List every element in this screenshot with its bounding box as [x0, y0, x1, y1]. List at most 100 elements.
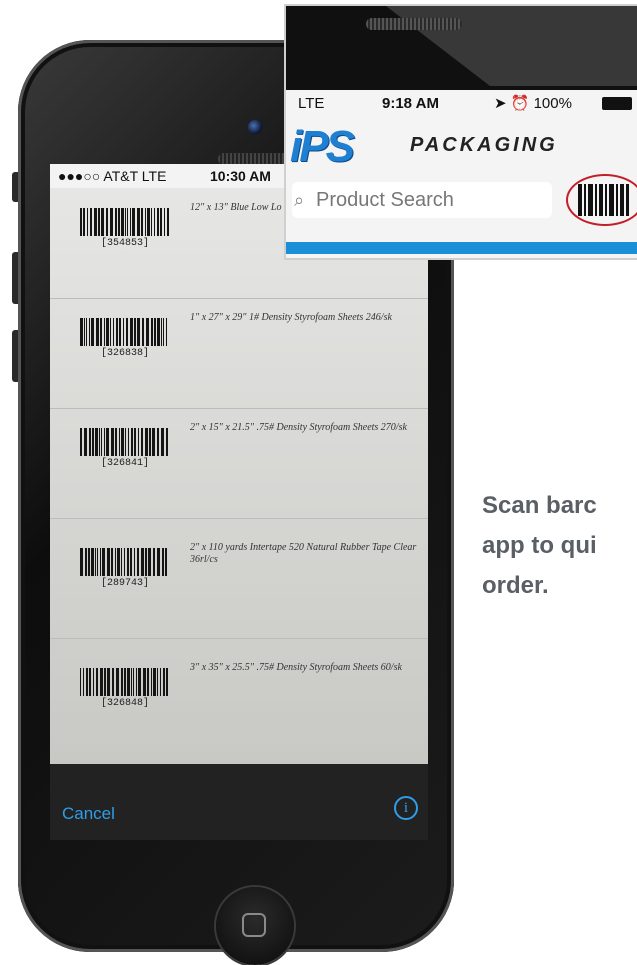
barcode-stripe [124, 668, 126, 696]
barcode-stripe [101, 428, 102, 456]
barcode-stripe [147, 668, 149, 696]
barcode-stripe [92, 428, 94, 456]
barcode-stripe [95, 428, 98, 456]
barcode-stripe [123, 318, 124, 346]
barcode-number: [289743] [100, 578, 149, 589]
barcode-stripe [151, 668, 152, 696]
barcode-stripe [115, 208, 117, 236]
barcode-stripe [94, 208, 97, 236]
product-description: 2" x 110 yards Intertape 520 Natural Rub… [190, 542, 417, 565]
header-divider [286, 242, 637, 254]
barcode-stripe [118, 208, 120, 236]
barcode-stripe [166, 318, 167, 346]
product-description: 1" x 27" x 29" 1# Density Styrofoam Shee… [190, 312, 392, 323]
barcode-stripe [80, 428, 82, 456]
barcode-stripe [153, 548, 155, 576]
barcode-stripe [162, 548, 164, 576]
barcode-stripe [96, 668, 98, 696]
barcode-stripe [166, 428, 168, 456]
search-placeholder: Product Search [316, 189, 454, 211]
barcode-stripe [151, 208, 152, 236]
barcode-stripe [145, 548, 147, 576]
barcode-stripe [99, 428, 100, 456]
barcode-stripe [83, 668, 84, 696]
barcode-stripe [165, 548, 167, 576]
barcode-stripe [157, 428, 159, 456]
barcode-stripe [126, 318, 128, 346]
barcode-stripe [136, 668, 137, 696]
barcode-stripe [133, 668, 134, 696]
barcode-stripe [152, 428, 155, 456]
product-description: 3" x 35" x 25.5" .75# Density Styrofoam … [190, 662, 402, 673]
barcode-stripe [147, 208, 150, 236]
barcode-stripe [80, 318, 83, 346]
barcode-stripe [89, 318, 90, 346]
barcode-stripe [141, 428, 143, 456]
barcode-stripe [80, 208, 82, 236]
earpiece-speaker [366, 18, 462, 30]
barcode-stripe [121, 428, 124, 456]
status-bar: LTE 9:18 AM ➤ ⏰ 100% [286, 90, 637, 118]
promo-caption: Scan barc app to qui order. [482, 486, 637, 606]
caption-line: app to qui [482, 532, 597, 559]
barcode-stripe [138, 668, 141, 696]
barcode-stripe [128, 428, 129, 456]
barcode-stripe [166, 668, 168, 696]
logo-tagline: PACKAGING [410, 134, 558, 156]
barcode-stripe [96, 318, 99, 346]
barcode-stripe [100, 668, 103, 696]
barcode-stripe [117, 548, 120, 576]
barcode-stripe [157, 318, 160, 346]
info-icon[interactable]: i [394, 796, 418, 820]
barcode-stripe [106, 208, 108, 236]
product-search-input[interactable]: ⌕ Product Search [292, 182, 552, 218]
barcode-stripe [127, 208, 128, 236]
barcode-icon [578, 184, 629, 216]
barcode-stripe [142, 318, 144, 346]
barcode-stripe [104, 318, 105, 346]
network-type: LTE [298, 95, 325, 112]
barcode-stripe [106, 318, 109, 346]
barcode-stripe [151, 318, 153, 346]
barcode-stripe [88, 548, 90, 576]
phone-screen: ●●●○○ AT&T LTE 10:30 AM [354853] 12" x 1… [50, 164, 428, 840]
barcode-stripe [97, 548, 98, 576]
barcode-stripe [141, 208, 143, 236]
barcode-stripe [160, 668, 161, 696]
search-icon: ⌕ [294, 190, 305, 210]
barcode-stripe [125, 208, 126, 236]
barcode-label: [326848] 3" x 35" x 25.5" .75# Density S… [50, 648, 428, 758]
barcode-stripe [164, 208, 165, 236]
barcode-stripe [145, 428, 148, 456]
barcode-stripe [160, 208, 162, 236]
barcode-stripe [100, 548, 101, 576]
home-button[interactable] [216, 887, 294, 965]
barcode-stripe [101, 208, 104, 236]
product-description: 2" x 15" x 21.5" .75# Density Styrofoam … [190, 422, 407, 433]
barcode-stripe [148, 548, 151, 576]
barcode-stripe [98, 208, 100, 236]
barcode-image [80, 668, 168, 696]
barcode-stripe [116, 318, 118, 346]
volume-down-button [12, 330, 18, 382]
carrier-signal: ●●●○○ AT&T LTE [58, 168, 167, 184]
barcode-label: [326841] 2" x 15" x 21.5" .75# Density S… [50, 408, 428, 519]
barcode-stripe [100, 318, 102, 346]
barcode-stripe [161, 318, 162, 346]
barcode-stripe [91, 318, 94, 346]
scan-barcode-button[interactable] [566, 174, 637, 226]
barcode-stripe [110, 208, 113, 236]
barcode-stripe [80, 668, 81, 696]
barcode-stripe [154, 208, 155, 236]
status-time: 9:18 AM [382, 95, 439, 112]
barcode-stripe [121, 668, 123, 696]
barcode-label: [289743] 2" x 110 yards Intertape 520 Na… [50, 528, 428, 639]
barcode-stripe [134, 318, 136, 346]
barcode-stripe [130, 208, 131, 236]
barcode-label: [326838] 1" x 27" x 29" 1# Density Styro… [50, 298, 428, 409]
app-screen: LTE 9:18 AM ➤ ⏰ 100% iPS PACKAGING ⌕ Pro… [286, 90, 637, 258]
barcode-stripe [127, 548, 129, 576]
barcode-image [80, 428, 168, 456]
barcode-stripe [149, 428, 151, 456]
cancel-button[interactable]: Cancel [62, 804, 115, 824]
